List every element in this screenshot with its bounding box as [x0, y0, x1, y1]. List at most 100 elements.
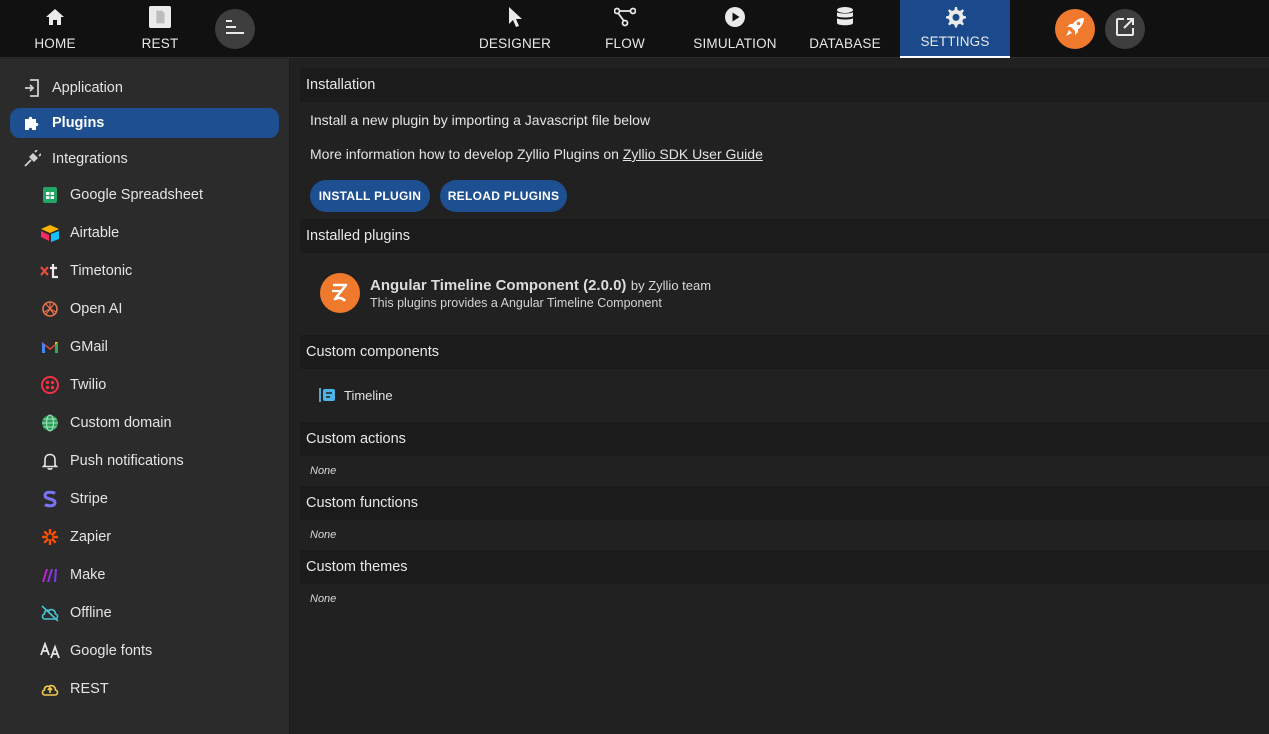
timetonic-icon — [40, 261, 60, 281]
open-external-button[interactable] — [1105, 9, 1145, 49]
nav-flow[interactable]: FLOW — [570, 0, 680, 58]
airtable-icon — [40, 223, 60, 243]
nav-simulation[interactable]: SIMULATION — [680, 0, 790, 58]
sidebar-item-open-ai[interactable]: Open AI — [38, 294, 278, 324]
more-info-label: More information how to develop Zyllio P… — [310, 146, 623, 162]
sidebar-item-google-spreadsheet[interactable]: Google Spreadsheet — [38, 180, 278, 210]
sidebar-item-label: Timetonic — [70, 263, 133, 279]
sidebar-item-label: Twilio — [70, 377, 107, 393]
gmail-icon — [40, 337, 60, 357]
plugin-description: This plugins provides a Angular Timeline… — [370, 295, 662, 310]
nav-rest[interactable]: REST — [110, 0, 210, 58]
nav-settings-label: SETTINGS — [920, 34, 990, 49]
nav-simulation-label: SIMULATION — [693, 36, 777, 51]
google-spreadsheet-icon — [40, 185, 60, 205]
sidebar-item-label: Google fonts — [70, 643, 153, 659]
installed-plugin-item: Angular Timeline Component (2.0.0) by Zy… — [320, 273, 711, 313]
nav-home[interactable]: HOME — [0, 0, 110, 58]
custom-functions-header: Custom functions — [300, 486, 1269, 520]
custom-themes-header: Custom themes — [300, 550, 1269, 584]
external-link-icon — [1115, 17, 1135, 42]
cloud-upload-icon — [40, 679, 60, 699]
cursor-icon — [504, 6, 526, 28]
sidebar-item-make[interactable]: Make — [38, 560, 278, 590]
reload-plugins-button[interactable]: RELOAD PLUGINS — [440, 180, 567, 212]
sidebar-item-label: Make — [70, 567, 106, 583]
sidebar-item-label: Airtable — [70, 225, 120, 241]
nav-home-label: HOME — [34, 36, 76, 51]
puzzle-icon — [22, 113, 42, 133]
sidebar-item-timetonic[interactable]: Timetonic — [38, 256, 278, 286]
install-instructions: Install a new plugin by importing a Java… — [310, 112, 651, 128]
twilio-icon — [40, 375, 60, 395]
custom-component-timeline[interactable]: Timeline — [318, 387, 393, 403]
sidebar-item-gmail[interactable]: GMail — [38, 332, 278, 362]
sidebar-item-airtable[interactable]: Airtable — [38, 218, 278, 248]
nav-flow-label: FLOW — [605, 36, 645, 51]
openai-icon — [40, 299, 60, 319]
play-circle-icon — [724, 6, 746, 28]
sidebar-item-label: Push notifications — [70, 453, 184, 469]
cloud-off-icon — [40, 603, 60, 623]
sidebar-item-label: Zapier — [70, 529, 112, 545]
nav-database[interactable]: DATABASE — [790, 0, 900, 58]
document-icon — [149, 6, 171, 28]
install-plugin-button[interactable]: INSTALL PLUGIN — [310, 180, 430, 212]
home-icon — [44, 6, 66, 28]
installed-plugins-header: Installed plugins — [300, 219, 1269, 253]
sidebar-item-label: Google Spreadsheet — [70, 187, 204, 203]
menu-align-icon — [225, 19, 245, 39]
sidebar-item-integrations[interactable]: Integrations — [10, 144, 279, 174]
sidebar-item-label: Plugins — [52, 115, 105, 131]
sidebar-item-push-notifications[interactable]: Push notifications — [38, 446, 278, 476]
sidebar-item-label: REST — [70, 681, 109, 697]
custom-themes-empty: None — [310, 593, 337, 605]
more-info-text: More information how to develop Zyllio P… — [310, 146, 763, 162]
top-navigation-bar: HOME REST DESIGNER FLOW SIMULATION DATAB… — [0, 0, 1269, 58]
zapier-icon — [40, 527, 60, 547]
plugin-author: by Zyllio team — [630, 277, 712, 293]
globe-icon — [40, 413, 60, 433]
sidebar-item-rest[interactable]: REST — [38, 674, 278, 704]
custom-functions-empty: None — [310, 529, 337, 541]
plugin-name: Angular Timeline Component (2.0.0) — [370, 276, 627, 294]
sidebar-item-label: Stripe — [70, 491, 108, 507]
make-icon — [40, 565, 60, 585]
bell-icon — [40, 451, 60, 471]
nav-designer-label: DESIGNER — [478, 36, 552, 51]
component-name: Timeline — [344, 387, 393, 403]
sdk-user-guide-link[interactable]: Zyllio SDK User Guide — [623, 146, 763, 162]
nav-database-label: DATABASE — [809, 36, 881, 51]
rocket-icon — [1064, 16, 1086, 43]
login-icon — [22, 78, 42, 98]
flow-icon — [614, 6, 636, 28]
sidebar-item-label: Application — [52, 80, 123, 96]
timeline-icon — [318, 387, 336, 403]
custom-components-header: Custom components — [300, 335, 1269, 369]
sidebar-item-offline[interactable]: Offline — [38, 598, 278, 628]
sidebar-item-application[interactable]: Application — [10, 73, 279, 103]
installation-header: Installation — [300, 68, 1269, 102]
publish-button[interactable] — [1055, 9, 1095, 49]
sidebar-item-twilio[interactable]: Twilio — [38, 370, 278, 400]
collapse-menu-button[interactable] — [215, 9, 255, 49]
nav-rest-label: REST — [141, 36, 179, 51]
font-icon — [40, 641, 60, 661]
sidebar-item-label: Integrations — [52, 151, 128, 167]
gear-icon — [944, 6, 966, 28]
nav-settings[interactable]: SETTINGS — [900, 0, 1010, 58]
sidebar-item-custom-domain[interactable]: Custom domain — [38, 408, 278, 438]
sidebar-item-plugins[interactable]: Plugins — [10, 108, 279, 138]
plug-icon — [22, 149, 42, 169]
stripe-icon — [40, 489, 60, 509]
custom-actions-empty: None — [310, 465, 337, 477]
zyllio-logo-icon — [320, 273, 360, 313]
sidebar-item-label: Open AI — [70, 301, 123, 317]
sidebar-item-label: Offline — [70, 605, 112, 621]
sidebar-item-zapier[interactable]: Zapier — [38, 522, 278, 552]
nav-designer[interactable]: DESIGNER — [460, 0, 570, 58]
database-icon — [834, 6, 856, 28]
sidebar-item-google-fonts[interactable]: Google fonts — [38, 636, 278, 666]
sidebar-item-label: GMail — [70, 339, 108, 355]
sidebar-item-stripe[interactable]: Stripe — [38, 484, 278, 514]
